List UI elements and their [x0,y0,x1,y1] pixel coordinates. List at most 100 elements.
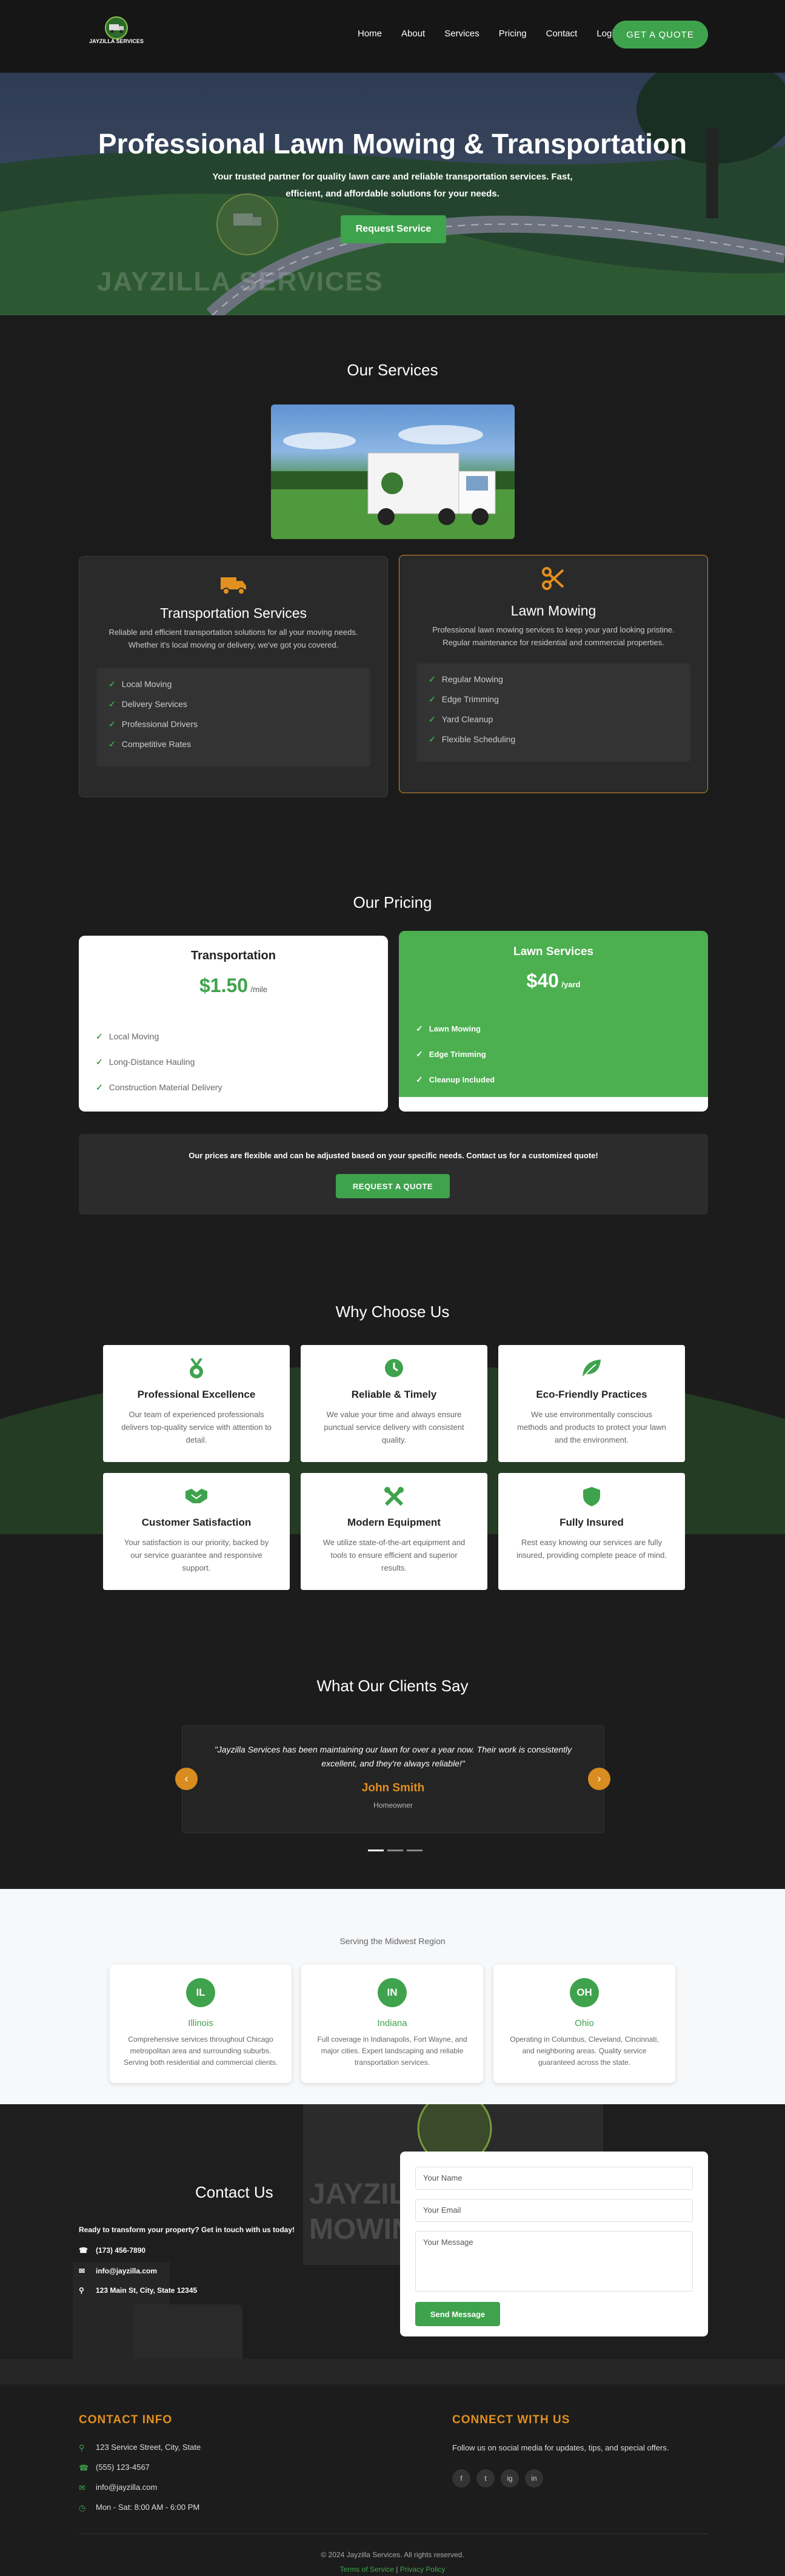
why-card-title: Modern Equipment [347,1517,441,1528]
email-field[interactable]: Your Email [415,2199,693,2222]
list-item: ✓ Professional Drivers [109,714,358,734]
list-item: ✓ Cleanup Included [416,1074,495,1084]
nav-link-contact[interactable]: Contact [546,29,578,39]
nav-links: Home About Services Pricing Contact Logi… [358,29,638,39]
pricing-card-title: Lawn Services [513,945,594,958]
truck-image [271,404,515,539]
logo[interactable]: JAYZILLA SERVICES [84,16,149,51]
carousel-indicators [368,1850,423,1851]
service-desc: Professional lawn mowing services to kee… [432,625,675,647]
why-heading: Why Choose Us [335,1303,450,1321]
list-item: ✓ Competitive Rates [109,734,358,754]
copyright: © 2024 Jayzilla Services. All rights res… [321,2551,464,2559]
why-card-title: Professional Excellence [137,1389,256,1400]
facebook-icon[interactable]: f [452,2469,470,2487]
message-field[interactable]: Your Message [415,2231,693,2292]
nav-link-home[interactable]: Home [358,29,382,39]
hero-title: Professional Lawn Mowing & Transportatio… [98,128,687,159]
pricing-amount: $40 /yard [526,970,581,991]
pricing-note: Our prices are flexible and can be adjus… [189,1151,598,1160]
map-pin-icon: ⚲ [79,2286,84,2295]
service-feature-list: ✓ Local Moving ✓ Delivery Services ✓ Profes… [96,668,370,766]
pricing-card-lawn: Lawn Services $40 /yard ✓ Lawn Mowing ✓ Ed… [399,931,708,1112]
phone-icon: ☎ [79,2463,89,2472]
check-icon: ✓ [96,1056,103,1067]
testimonial-card: "Jayzilla Services has been maintaining … [182,1725,604,1833]
footer-contact-heading: CONTACT INFO [79,2413,173,2426]
check-icon: ✓ [109,699,116,709]
nav-link-about[interactable]: About [401,29,425,39]
contact-form: Your Name Your Email Your Message Send M… [400,2152,708,2336]
check-icon: ✓ [96,1031,103,1041]
name-field[interactable]: Your Name [415,2167,693,2190]
carousel-dot-active[interactable] [368,1850,384,1851]
list-item: ✓ Local Moving [109,674,358,694]
testimonial-quote: "Jayzilla Services has been maintaining … [214,1745,572,1768]
clock-icon [301,1358,487,1378]
linkedin-icon[interactable]: in [525,2469,543,2487]
region-desc: Full coverage in Indianapolis, Fort Wayn… [317,2035,467,2067]
carousel-dot[interactable] [407,1850,423,1851]
check-icon: ✓ [416,1023,423,1033]
check-icon: ✓ [96,1082,103,1092]
footer-phone: ☎ (555) 123-4567 [79,2463,150,2472]
carousel-next-button[interactable]: › [588,1768,610,1790]
services-section: Our Services Transportation Services Rel… [0,315,785,846]
region-card: IL Illinois Comprehensive services throu… [110,1965,292,2083]
truck-icon [79,574,387,599]
footer: CONTACT INFO ⚲ 123 Service Street, City, … [0,2384,785,2576]
map-pin-icon: ⚲ [79,2443,85,2452]
phone-icon: ☎ [79,2246,88,2255]
region-name: Ohio [575,2018,594,2028]
logo-text: JAYZILLA SERVICES [89,38,144,44]
testimonial-role: Homeowner [373,1801,413,1810]
pricing-feature-list: ✓ Local Moving ✓ Long-Distance Hauling ✓ Co… [96,1024,222,1100]
why-card-desc: We use environmentally conscious methods… [517,1410,666,1444]
nav-link-pricing[interactable]: Pricing [499,29,527,39]
contact-section: JAYZILLA LAWN MOWING Contact Us Ready to… [0,2104,785,2384]
service-feature-list: ✓ Regular Mowing ✓ Edge Trimming ✓ Yard Cle… [416,663,690,762]
twitter-icon[interactable]: t [476,2469,495,2487]
pricing-feature-list: ✓ Lawn Mowing ✓ Edge Trimming ✓ Cleanup Inc… [416,1016,495,1092]
testimonials-section: What Our Clients Say "Jayzilla Services … [0,1631,785,1889]
privacy-link[interactable]: Privacy Policy [400,2565,446,2574]
check-icon: ✓ [429,714,436,724]
why-card-desc: We value your time and always ensure pun… [324,1410,464,1444]
top-navbar: JAYZILLA SERVICES Home About Services Pr… [0,0,785,73]
instagram-icon[interactable]: ig [501,2469,519,2487]
why-card-title: Reliable & Timely [351,1389,437,1400]
why-card-desc: Your satisfaction is our priority, backe… [124,1538,269,1572]
check-icon: ✓ [109,679,116,689]
regions-heading: Serving the Midwest Region [339,1936,446,1946]
send-message-button[interactable]: Send Message [415,2302,500,2326]
why-card-desc: Our team of experienced professionals de… [121,1410,272,1444]
contact-address: ⚲ 123 Main St, City, State 12345 [79,2286,198,2295]
pricing-section: Our Pricing Transportation $1.50 /mile ✓… [0,846,785,1273]
footer-connect-heading: CONNECT WITH US [452,2413,570,2426]
nav-link-services[interactable]: Services [444,29,479,39]
medal-icon [103,1358,290,1380]
why-card: Eco-Friendly Practices We use environmen… [498,1345,685,1462]
request-quote-button[interactable]: REQUEST A QUOTE [336,1174,450,1198]
legal-links: Terms of Service | Privacy Policy [0,2565,785,2574]
carousel-dot[interactable] [387,1850,403,1851]
check-icon: ✓ [416,1048,423,1059]
list-item: ✓ Flexible Scheduling [429,730,678,750]
tools-icon [301,1486,487,1507]
get-quote-button[interactable]: GET A QUOTE [612,21,708,49]
check-icon: ✓ [429,674,436,684]
services-heading: Our Services [347,361,438,379]
shield-icon [498,1486,685,1507]
why-card: Professional Excellence Our team of expe… [103,1345,290,1462]
list-item: ✓ Long-Distance Hauling [96,1056,195,1067]
footer-hours: ◷ Mon - Sat: 8:00 AM - 6:00 PM [79,2503,200,2512]
list-item: ✓ Regular Mowing [429,669,678,689]
check-icon: ✓ [416,1074,423,1084]
why-card-desc: Rest easy knowing our services are fully… [516,1538,667,1560]
list-item: ✓ Edge Trimming [429,689,678,709]
terms-link[interactable]: Terms of Service [340,2565,394,2574]
carousel-prev-button[interactable]: ‹ [175,1768,198,1790]
region-badge: OH [570,1978,599,2007]
request-service-button[interactable]: Request Service [341,215,446,243]
service-card-transportation: Transportation Services Reliable and eff… [79,556,388,797]
